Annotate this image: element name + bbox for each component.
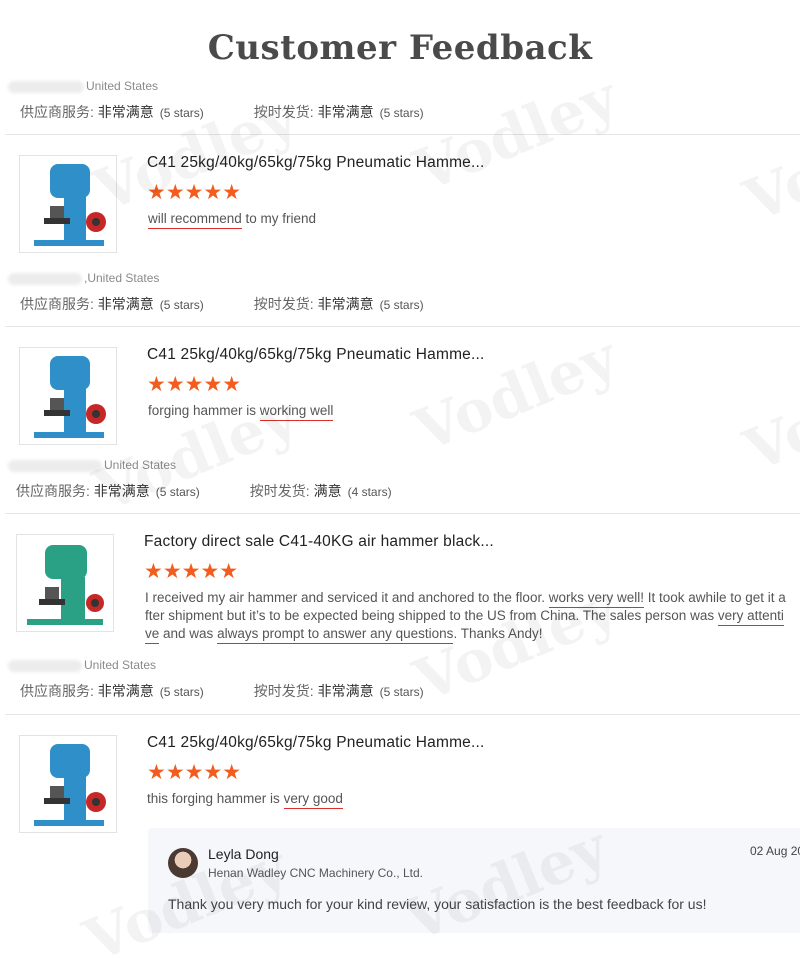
divider	[5, 326, 800, 327]
product-title[interactable]: C41 25kg/40kg/65kg/75kg Pneumatic Hamme.…	[147, 154, 485, 172]
hammer-product-image	[34, 164, 106, 246]
blurred-buyer-name	[8, 659, 82, 672]
supplier-ratings: 供应商服务: 非常满意 (5 stars) 按时发货: 满意 (4 stars)	[16, 483, 392, 499]
review-text: will recommend to my friend	[148, 210, 316, 229]
product-thumbnail[interactable]	[19, 347, 117, 445]
star-rating: ★★★★★	[144, 561, 238, 582]
hammer-product-image	[27, 545, 104, 625]
product-title[interactable]: C41 25kg/40kg/65kg/75kg Pneumatic Hamme.…	[147, 346, 485, 364]
reply-company: Henan Wadley CNC Machinery Co., Ltd.	[208, 866, 423, 880]
supplier-ratings: 供应商服务: 非常满意 (5 stars) 按时发货: 非常满意 (5 stars)	[20, 104, 424, 120]
reply-text: Thank you very much for your kind review…	[168, 896, 707, 912]
star-rating: ★★★★★	[147, 182, 241, 203]
page-title: Customer Feedback	[207, 28, 593, 68]
reply-date: 02 Aug 20	[750, 844, 800, 858]
product-thumbnail[interactable]	[16, 534, 114, 632]
hammer-product-image	[34, 744, 106, 826]
seller-reply: Leyla Dong Henan Wadley CNC Machinery Co…	[148, 828, 800, 933]
watermark: Vodley	[735, 343, 800, 485]
divider	[5, 513, 800, 514]
star-icon: ★★★★★	[147, 373, 242, 396]
watermark: Vodley	[735, 93, 800, 235]
product-thumbnail[interactable]	[19, 155, 117, 253]
product-thumbnail[interactable]	[19, 735, 117, 833]
divider	[5, 134, 800, 135]
blurred-buyer-name	[8, 459, 102, 472]
blurred-buyer-name	[8, 272, 82, 285]
star-icon: ★★★★★	[144, 560, 239, 583]
review-text: forging hammer is working well	[148, 402, 334, 421]
review-text: this forging hammer is very good	[147, 790, 343, 809]
buyer-country: United States	[8, 658, 156, 672]
supplier-ratings: 供应商服务: 非常满意 (5 stars) 按时发货: 非常满意 (5 stars)	[20, 296, 424, 312]
buyer-country: ,United States	[8, 271, 159, 285]
supplier-ratings: 供应商服务: 非常满意 (5 stars) 按时发货: 非常满意 (5 stars)	[20, 683, 424, 699]
star-rating: ★★★★★	[147, 374, 241, 395]
star-icon: ★★★★★	[147, 761, 242, 784]
hammer-product-image	[34, 356, 106, 438]
watermark: Vodley	[405, 323, 627, 465]
avatar	[168, 848, 198, 878]
star-icon: ★★★★★	[147, 181, 242, 204]
buyer-country: United States	[8, 458, 176, 472]
star-rating: ★★★★★	[147, 762, 241, 783]
reply-author-name: Leyla Dong	[208, 846, 279, 862]
divider	[5, 714, 800, 715]
blurred-buyer-name	[8, 80, 84, 93]
product-title[interactable]: C41 25kg/40kg/65kg/75kg Pneumatic Hamme.…	[147, 734, 485, 752]
review-text: I received my air hammer and serviced it…	[145, 589, 799, 644]
buyer-country: United States	[8, 79, 158, 93]
product-title[interactable]: Factory direct sale C41-40KG air hammer …	[144, 533, 494, 551]
